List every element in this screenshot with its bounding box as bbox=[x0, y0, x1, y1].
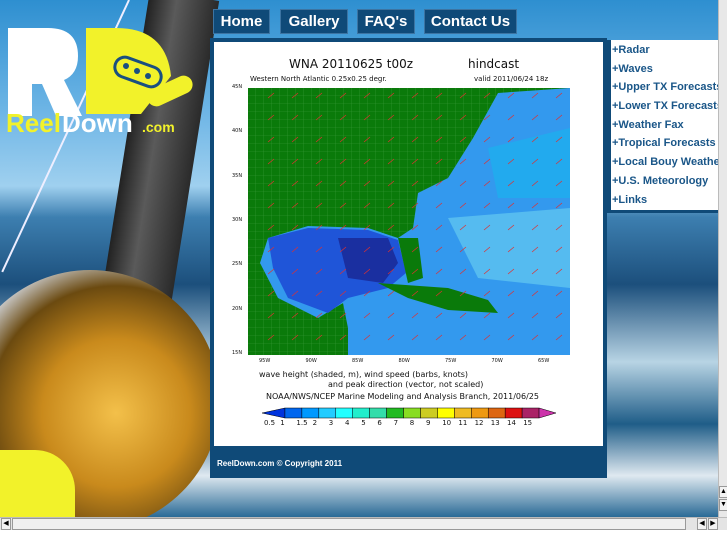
lat-tick-label: 45N bbox=[232, 84, 243, 90]
wave-height-map bbox=[248, 88, 570, 355]
caption-line-2: and peak direction (vector, not scaled) bbox=[328, 380, 484, 389]
colorbar-swatch bbox=[538, 407, 557, 419]
colorbar-swatch bbox=[262, 407, 286, 419]
caption-line-1: wave height (shaded, m), wind speed (bar… bbox=[259, 370, 469, 379]
colorbar-swatch bbox=[284, 407, 303, 419]
nav-faqs[interactable]: FAQ's bbox=[357, 9, 415, 34]
sidebar-item-lower-tx-forecasts[interactable]: +Lower TX Forecasts bbox=[611, 100, 718, 119]
colorbar-swatch bbox=[386, 407, 404, 419]
colorbar-swatch bbox=[403, 407, 421, 419]
colorbar-label: 4 bbox=[345, 419, 350, 427]
lon-tick-label: 90W bbox=[305, 358, 317, 364]
chart-mode: hindcast bbox=[468, 57, 520, 71]
colorbar-label: 8 bbox=[409, 419, 415, 427]
lon-tick-label: 75W bbox=[445, 358, 457, 364]
lon-tick-label: 70W bbox=[491, 358, 503, 364]
colorbar-swatch bbox=[352, 407, 370, 419]
lat-tick-label: 20N bbox=[232, 305, 243, 312]
lon-tick-label: 65W bbox=[538, 358, 550, 364]
colorbar-swatch bbox=[487, 407, 506, 419]
sidebar-item-weather-fax[interactable]: +Weather Fax bbox=[611, 119, 718, 138]
lat-tick-label: 25N bbox=[232, 261, 243, 268]
colorbar-label: 7 bbox=[393, 419, 399, 427]
sidebar-item-tropical-forecasts[interactable]: +Tropical Forecasts bbox=[611, 137, 718, 156]
colorbar-label: 10 bbox=[442, 419, 452, 427]
lon-tick-label: 95W bbox=[259, 358, 271, 364]
colorbar-swatch bbox=[369, 407, 387, 419]
lat-tick-label: 40N bbox=[232, 128, 243, 135]
chart-valid-time: valid 2011/06/24 18z bbox=[474, 75, 549, 83]
colorbar-label: 3 bbox=[328, 419, 334, 427]
content-panel: WNA 20110625 t00z hindcast Western North… bbox=[210, 38, 607, 450]
colorbar-label: 1.5 bbox=[296, 419, 308, 427]
sidebar-item-local-bouy-weather[interactable]: +Local Bouy Weather bbox=[611, 156, 718, 175]
chart-credit: NOAA/NWS/NCEP Marine Modeling and Analys… bbox=[266, 392, 539, 401]
scroll-right-button[interactable]: ▶ bbox=[708, 518, 718, 530]
colorbar-swatch bbox=[521, 407, 540, 419]
vertical-scrollbar[interactable]: ▲ ▼ bbox=[718, 0, 727, 517]
colorbar-swatch bbox=[335, 407, 353, 419]
lat-tick-label: 35N bbox=[232, 172, 243, 179]
colorbar-label: 15 bbox=[523, 419, 533, 427]
scroll-down-button[interactable]: ▼ bbox=[719, 499, 727, 511]
lon-tick-label: 85W bbox=[352, 358, 364, 364]
colorbar-swatch bbox=[504, 407, 523, 419]
chart-subtitle: Western North Atlantic 0.25x0.25 degr. bbox=[250, 75, 387, 83]
scroll-left-button[interactable]: ◀ bbox=[1, 518, 11, 530]
lon-tick-label: 80W bbox=[398, 358, 410, 364]
scroll-left-end-button[interactable]: ◀ bbox=[697, 518, 707, 530]
colorbar-swatch bbox=[454, 407, 472, 419]
scroll-up-button[interactable]: ▲ bbox=[719, 486, 727, 498]
colorbar-swatch bbox=[471, 407, 489, 419]
colorbar bbox=[262, 407, 557, 419]
sidebar-item-waves[interactable]: +Waves bbox=[611, 63, 718, 82]
horizontal-scrollbar[interactable]: ◀ ◀ ▶ bbox=[0, 517, 727, 530]
nav-home[interactable]: Home bbox=[213, 9, 270, 34]
colorbar-label: 13 bbox=[490, 419, 500, 427]
svg-text:Down: Down bbox=[62, 108, 133, 136]
svg-text:.com: .com bbox=[142, 119, 175, 135]
colorbar-label: 11 bbox=[458, 419, 468, 427]
sidebar-item-radar[interactable]: +Radar bbox=[611, 44, 718, 63]
lat-tick-label: 30N bbox=[232, 216, 243, 223]
colorbar-label: 9 bbox=[426, 419, 431, 427]
colorbar-label: 12 bbox=[474, 419, 484, 427]
nav-gallery[interactable]: Gallery bbox=[280, 9, 348, 34]
colorbar-swatch bbox=[420, 407, 438, 419]
sidebar-item-us-meteorology[interactable]: +U.S. Meteorology bbox=[611, 175, 718, 194]
reeldown-logo[interactable]: Reel Down .com bbox=[6, 26, 196, 138]
chart-title: WNA 20110625 t00z bbox=[289, 57, 414, 71]
sidebar-item-links[interactable]: +Links bbox=[611, 194, 718, 211]
colorbar-label: 2 bbox=[312, 419, 318, 427]
footer-copyright: ReelDown.com © Copyright 2011 bbox=[210, 450, 607, 478]
scroll-thumb[interactable] bbox=[12, 518, 686, 530]
colorbar-label: 6 bbox=[377, 419, 382, 427]
colorbar-swatch bbox=[318, 407, 337, 419]
wave-forecast-image: WNA 20110625 t00z hindcast Western North… bbox=[214, 42, 603, 446]
sidebar-menu: +Radar +Waves +Upper TX Forecasts +Lower… bbox=[607, 40, 718, 213]
nav-contact-us[interactable]: Contact Us bbox=[424, 9, 517, 34]
colorbar-label: 5 bbox=[361, 419, 366, 427]
colorbar-label: 1 bbox=[280, 419, 285, 427]
colorbar-swatch bbox=[437, 407, 455, 419]
colorbar-label: 0.5 bbox=[264, 419, 276, 427]
lat-tick-label: 15N bbox=[232, 349, 243, 356]
colorbar-label: 14 bbox=[507, 419, 516, 427]
sidebar-item-upper-tx-forecasts[interactable]: +Upper TX Forecasts bbox=[611, 81, 718, 100]
colorbar-swatch bbox=[301, 407, 320, 419]
svg-text:Reel: Reel bbox=[6, 108, 61, 136]
